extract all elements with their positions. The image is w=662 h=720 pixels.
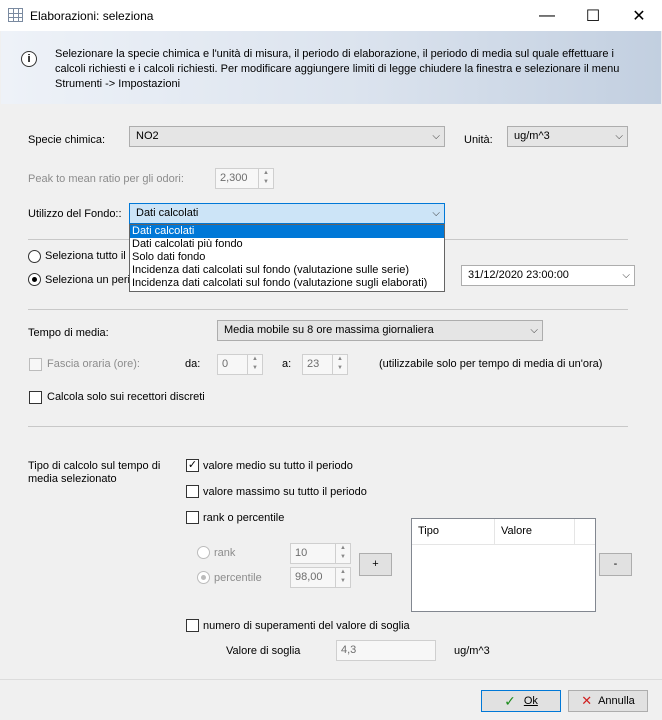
specie-value: NO2 [136, 130, 159, 142]
periodo-tutto-label: Seleziona tutto il p [45, 250, 135, 262]
ok-label: Ok [523, 695, 538, 707]
specie-label: Specie chimica: [28, 134, 106, 146]
separator [28, 309, 628, 310]
fascia-a-value: 23 [307, 358, 320, 370]
superamenti-checkbox[interactable] [186, 619, 199, 632]
rank-value: 10 [295, 547, 308, 559]
soglia-unit: ug/m^3 [454, 645, 490, 657]
chevron-down-icon: ⌵ [432, 131, 440, 142]
spinner-arrows-icon: ▲ ▼ [335, 544, 350, 563]
recettori-label: Calcola solo sui recettori discreti [47, 391, 205, 403]
specie-select[interactable]: NO2 ⌵ [129, 126, 445, 147]
peak-label: Peak to mean ratio per gli odori: [28, 173, 184, 185]
ok-button[interactable]: ✓ Ok [481, 690, 561, 712]
fondo-select[interactable]: Dati calcolati ⌵ [129, 203, 445, 224]
rank-spinner[interactable]: 10 ▲ ▼ [290, 543, 351, 564]
cancel-x-icon: ✕ [581, 693, 593, 708]
soglia-value: 4,3 [341, 644, 357, 656]
peak-spinner[interactable]: 2,300 ▲ ▼ [215, 168, 274, 189]
calcolo-label: Tipo di calcolo sul tempo di media selez… [28, 460, 161, 485]
remove-button[interactable]: - [599, 553, 632, 576]
radio-rank[interactable] [197, 546, 210, 559]
cancel-button[interactable]: ✕ Annulla [568, 690, 648, 712]
rank-percentile-label: rank o percentile [203, 512, 285, 524]
end-date-value: 31/12/2020 23:00:00 [468, 269, 569, 281]
spinner-arrows-icon: ▲ ▼ [247, 355, 262, 374]
close-button[interactable]: ✕ [616, 0, 662, 31]
peak-value: 2,300 [220, 172, 248, 184]
check-icon: ✓ [504, 692, 516, 709]
media-select[interactable]: Media mobile su 8 ore massima giornalier… [217, 320, 543, 341]
percentile-spinner[interactable]: 98,00 ▲ ▼ [290, 567, 351, 588]
calcoli-list[interactable]: Tipo Valore [411, 518, 596, 612]
chevron-down-icon: ⌵ [530, 325, 538, 336]
fondo-option[interactable]: Dati calcolati [130, 225, 444, 238]
info-text: Selezionare la specie chimica e l'unità … [55, 48, 620, 90]
medio-checkbox[interactable]: ✓ [186, 459, 199, 472]
rank-percentile-checkbox[interactable] [186, 511, 199, 524]
cancel-label: Annulla [598, 695, 635, 707]
spinner-arrows-icon: ▲ ▼ [332, 355, 347, 374]
fondo-value: Dati calcolati [136, 207, 199, 219]
window-title: Elaborazioni: seleziona [30, 9, 154, 23]
media-label: Tempo di media: [28, 327, 109, 339]
media-value: Media mobile su 8 ore massima giornalier… [224, 324, 434, 336]
info-icon: i [21, 51, 37, 67]
unita-label: Unità: [464, 134, 493, 146]
app-icon [8, 8, 23, 22]
unita-value: ug/m^3 [514, 130, 550, 142]
fondo-option[interactable]: Dati calcolati più fondo [130, 238, 444, 251]
soglia-label: Valore di soglia [226, 645, 301, 657]
fascia-a-label: a: [282, 358, 292, 370]
fondo-option[interactable]: Incidenza dati calcolati sul fondo (valu… [130, 264, 444, 277]
radio-percentile[interactable] [197, 571, 210, 584]
percentile-label: percentile [214, 572, 262, 584]
fascia-note: (utilizzabile solo per tempo di media di… [379, 358, 603, 370]
fascia-label: Fascia oraria (ore): [47, 358, 140, 370]
superamenti-label: numero di superamenti del valore di sogl… [203, 620, 410, 632]
chevron-down-icon: ⌵ [432, 208, 440, 219]
massimo-checkbox[interactable] [186, 485, 199, 498]
massimo-label: valore massimo su tutto il periodo [203, 486, 367, 498]
chevron-down-icon: ⌵ [615, 131, 623, 142]
fondo-dropdown-list: Dati calcolati Dati calcolati più fondo … [129, 224, 445, 292]
maximize-button[interactable]: ☐ [570, 0, 616, 31]
button-bar [0, 679, 662, 720]
separator [28, 426, 628, 427]
fascia-da-spinner[interactable]: 0 ▲ ▼ [217, 354, 263, 375]
radio-periodo-intervallo[interactable] [28, 273, 41, 286]
chevron-down-icon: ⌵ [622, 270, 630, 281]
periodo-intervallo-label: Seleziona un perio [45, 274, 137, 286]
fascia-a-spinner[interactable]: 23 ▲ ▼ [302, 354, 348, 375]
rank-label: rank [214, 547, 236, 559]
medio-label: valore medio su tutto il periodo [203, 460, 353, 472]
unita-select[interactable]: ug/m^3 ⌵ [507, 126, 628, 147]
list-header-valore[interactable]: Valore [495, 519, 575, 544]
fascia-da-label: da: [185, 358, 201, 370]
spinner-arrows-icon: ▲ ▼ [335, 568, 350, 587]
fondo-option[interactable]: Solo dati fondo [130, 251, 444, 264]
radio-periodo-tutto[interactable] [28, 250, 41, 263]
add-button[interactable]: + [359, 553, 392, 576]
soglia-input[interactable]: 4,3 [336, 640, 436, 661]
fascia-checkbox[interactable] [29, 358, 42, 371]
fondo-label: Utilizzo del Fondo:: [28, 208, 122, 220]
spinner-arrows-icon: ▲ ▼ [258, 169, 273, 188]
fondo-option[interactable]: Incidenza dati calcolati sul fondo (valu… [130, 277, 444, 290]
percentile-value: 98,00 [295, 571, 323, 583]
minimize-button[interactable]: — [524, 0, 570, 31]
end-date-picker[interactable]: 31/12/2020 23:00:00 ⌵ [461, 265, 635, 286]
fascia-da-value: 0 [222, 358, 229, 370]
recettori-checkbox[interactable] [29, 391, 42, 404]
list-header-tipo[interactable]: Tipo [412, 519, 495, 544]
